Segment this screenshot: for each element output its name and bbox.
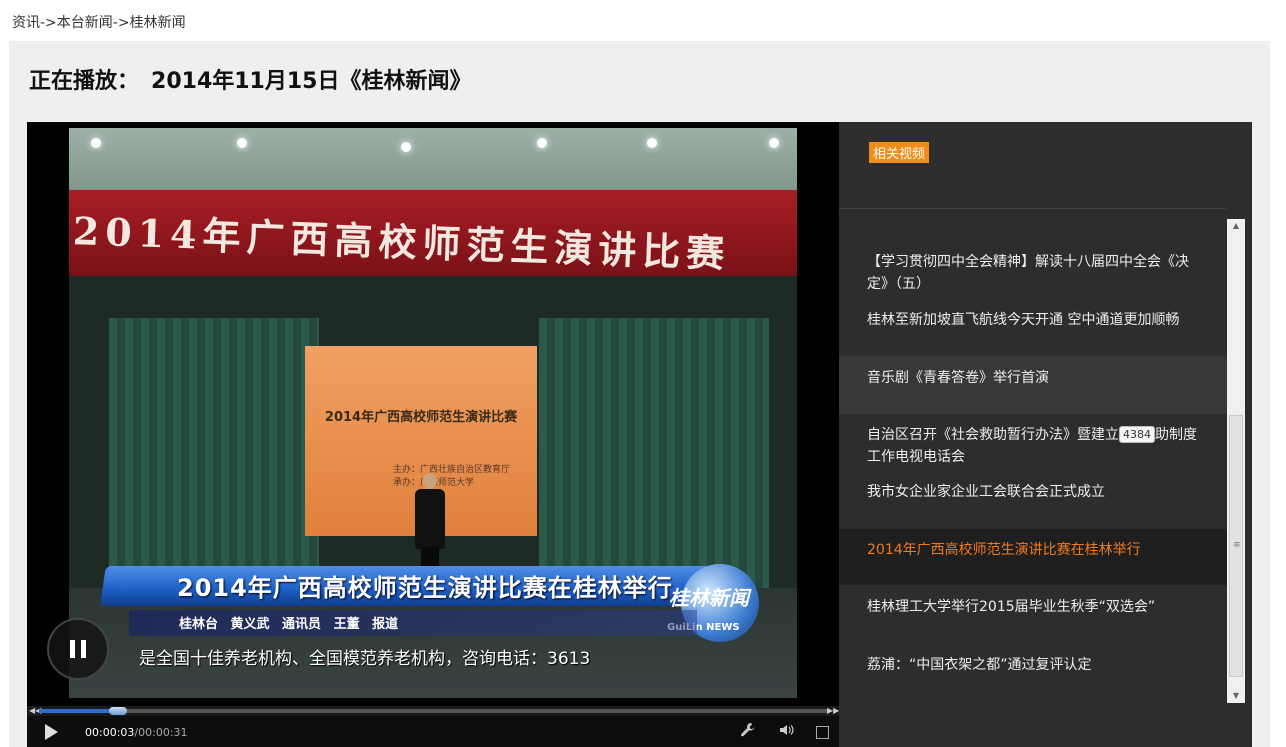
seek-bar[interactable]: ◀◀ ▶▶ xyxy=(27,706,839,716)
wrench-icon[interactable] xyxy=(739,722,757,740)
seek-forward-icon[interactable]: ▶▶ xyxy=(827,707,839,715)
list-item-title[interactable]: 音乐剧《青春答卷》举行首演 xyxy=(867,367,1207,389)
screen-subtitle: 主办：广西壮族自治区教育厅 承办：广西师范大学 xyxy=(393,465,511,488)
credits-text: 桂林台 黄义武 通讯员 王董 报道 xyxy=(179,617,399,632)
seek-handle[interactable] xyxy=(109,707,127,715)
related-videos-tab[interactable]: 相关视频 xyxy=(869,142,930,163)
video-area[interactable]: 2014年广西高校师范生演讲比赛 2014年广西高校师范生演讲比赛 主办：广西壮… xyxy=(27,122,839,706)
stage-banner: 2014年广西高校师范生演讲比赛 xyxy=(69,190,797,276)
list-item[interactable]: 自治区召开《社会救助暂行办法》暨建立 4384 助制度工作电视电话会 我市女企业家企… xyxy=(839,414,1227,529)
list-item-title[interactable]: 桂林至新加坡直飞航线今天开通 空中通道更加顺畅 xyxy=(867,309,1207,331)
ticker-text: 是全国十佳养老机构、全国模范养老机构，咨询电话：3613 xyxy=(139,649,591,669)
curtain-left xyxy=(109,318,319,588)
scroll-down-icon[interactable]: ▼ xyxy=(1227,689,1245,703)
total-time: /00:00:31 xyxy=(134,726,188,739)
control-bar: 00:00:03/00:00:31 xyxy=(27,716,839,747)
video-frame: 2014年广西高校师范生演讲比赛 2014年广西高校师范生演讲比赛 主办：广西壮… xyxy=(69,128,797,698)
seek-progress xyxy=(39,709,118,713)
main-panel: 正在播放： 2014年11月15日《桂林新闻》 2014年广西高校师范生演讲比赛 xyxy=(9,41,1270,747)
list-item[interactable]: 桂林理工大学举行2015届毕业生秋季“双选会” 荔浦：“中国衣架之都”通过复评认… xyxy=(839,585,1227,747)
pause-button[interactable] xyxy=(47,618,109,680)
banner-text: 2014年广西高校师范生演讲比赛 xyxy=(72,208,732,277)
list-item-title[interactable]: 【学习贯彻四中全会精神】解读十八届四中全会《决定》（五） xyxy=(867,251,1207,295)
lower-third-text: 2014年广西高校师范生演讲比赛在桂林举行 xyxy=(177,574,673,602)
news-logo-text: 桂林新闻 xyxy=(669,586,749,610)
ceiling xyxy=(69,128,797,198)
tooltip: 4384 xyxy=(1119,426,1155,443)
current-time: 00:00:03 xyxy=(85,726,135,739)
list-item-active[interactable]: 2014年广西高校师范生演讲比赛在桂林举行 xyxy=(839,529,1227,585)
list-item[interactable]: 音乐剧《青春答卷》举行首演 xyxy=(839,356,1227,414)
speaker-figure xyxy=(413,473,447,583)
sidebar-header: 相关视频 xyxy=(839,122,1226,209)
fullscreen-icon[interactable] xyxy=(816,726,829,739)
curtain-right xyxy=(539,318,769,588)
breadcrumb[interactable]: 资讯->本台新闻->桂林新闻 xyxy=(12,12,186,32)
list-item-title[interactable]: 2014年广西高校师范生演讲比赛在桂林举行 xyxy=(867,539,1207,561)
list-item-title[interactable]: 自治区召开《社会救助暂行办法》暨建立 4384 助制度工作电视电话会 xyxy=(867,424,1207,468)
sidebar-scrollbar[interactable]: ▲ ≡ ▼ xyxy=(1227,219,1245,703)
page-title: 正在播放： 2014年11月15日《桂林新闻》 xyxy=(29,63,471,95)
list-item-title[interactable]: 荔浦：“中国衣架之都”通过复评认定 xyxy=(867,654,1207,676)
pause-icon xyxy=(70,640,75,658)
scroll-up-icon[interactable]: ▲ xyxy=(1227,219,1245,233)
now-playing-label: 正在播放： xyxy=(29,69,140,94)
list-item[interactable]: 【学习贯彻四中全会精神】解读十八届四中全会《决定》（五） 桂林至新加坡直飞航线今… xyxy=(839,209,1227,356)
time-display: 00:00:03/00:00:31 xyxy=(85,726,188,739)
related-sidebar: 相关视频 【学习贯彻四中全会精神】解读十八届四中全会《决定》（五） 桂林至新加坡… xyxy=(839,122,1252,747)
video-player: 2014年广西高校师范生演讲比赛 2014年广西高校师范生演讲比赛 主办：广西壮… xyxy=(27,122,1252,747)
related-list: 【学习贯彻四中全会精神】解读十八届四中全会《决定》（五） 桂林至新加坡直飞航线今… xyxy=(839,209,1227,747)
now-playing-title: 2014年11月15日《桂林新闻》 xyxy=(151,69,472,94)
play-icon[interactable] xyxy=(45,724,58,740)
screen-title: 2014年广西高校师范生演讲比赛 xyxy=(324,410,518,425)
list-item-title[interactable]: 桂林理工大学举行2015届毕业生秋季“双选会” xyxy=(867,596,1207,618)
volume-icon[interactable] xyxy=(777,722,795,740)
list-item-title[interactable]: 我市女企业家企业工会联合会正式成立 xyxy=(867,481,1207,503)
scroll-thumb[interactable]: ≡ xyxy=(1229,415,1243,677)
